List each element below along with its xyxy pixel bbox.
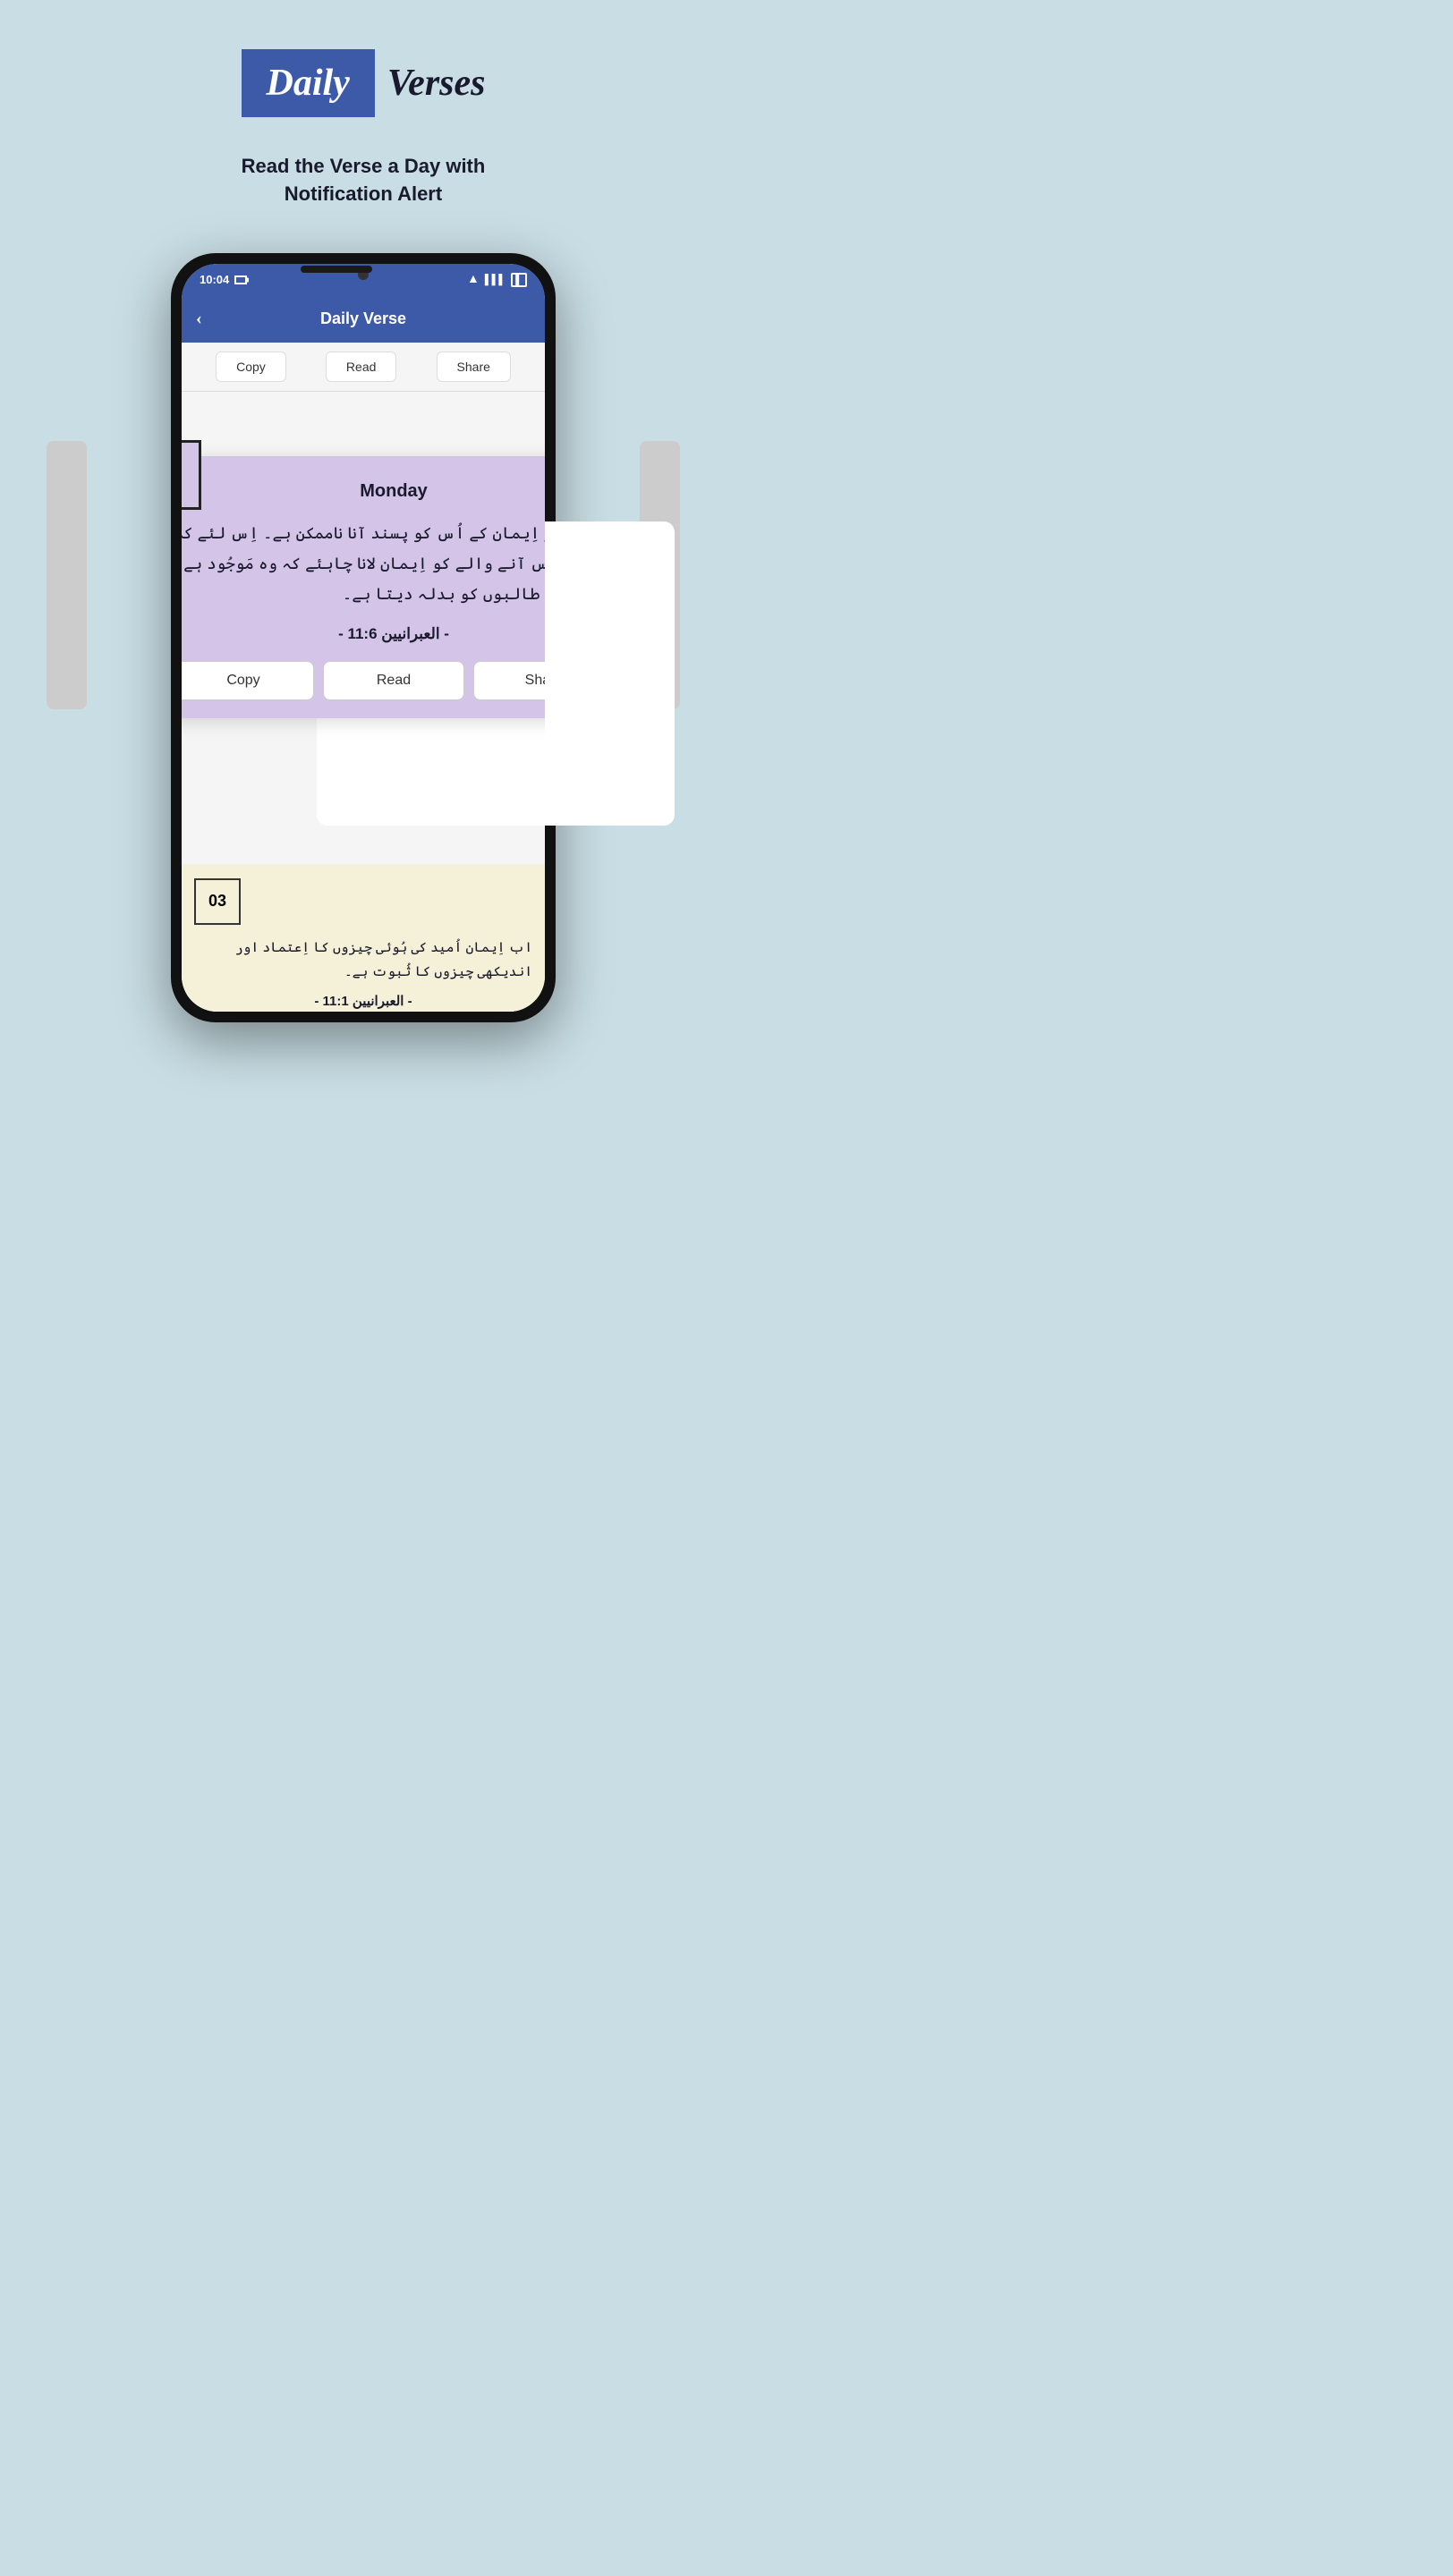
wifi-icon: ▲ xyxy=(467,273,480,287)
verse-text-urdu: اور بغَیر اِیمان کے اُس کو پسند آنا نامم… xyxy=(182,518,545,610)
copy-button-top[interactable]: Copy xyxy=(216,352,286,382)
daily-label: Daily xyxy=(267,63,350,104)
share-button[interactable]: Share xyxy=(473,661,545,700)
status-icons: ▲ ▌▌▌ ▌ xyxy=(467,273,527,287)
bottom-verse-card: 03 اب اِیمان اُمید کی ہُوئی چیزوں کا اِع… xyxy=(182,864,545,1012)
phone-outer: 10:04 ▲ ▌▌▌ ▌ ‹ Daily Verse Copy xyxy=(171,253,556,1022)
subtitle: Read the Verse a Day with Notification A… xyxy=(0,144,726,244)
battery-icon: ▌ xyxy=(511,273,527,287)
copy-button[interactable]: Copy xyxy=(182,661,314,700)
read-button-top[interactable]: Read xyxy=(326,352,396,382)
header-section: Daily Verses xyxy=(0,0,726,144)
bottom-day-badge: 03 xyxy=(194,878,241,925)
bottom-verse-text: اب اِیمان اُمید کی ہُوئی چیزوں کا اِعتما… xyxy=(194,936,532,984)
side-card-left xyxy=(47,441,87,709)
screen-content: 02 Monday اور بغَیر اِیمان کے اُس کو پسن… xyxy=(182,392,545,1012)
action-buttons: Copy Read Share xyxy=(182,661,545,700)
bottom-day-number: 03 xyxy=(208,892,226,911)
phone-screen: 10:04 ▲ ▌▌▌ ▌ ‹ Daily Verse Copy xyxy=(182,264,545,1012)
read-button[interactable]: Read xyxy=(323,661,464,700)
signal-icon: ▌▌▌ xyxy=(485,275,506,285)
day-name: Monday xyxy=(182,481,545,502)
verse-reference: - العبرانيين 11:6 - xyxy=(182,625,545,643)
share-button-top[interactable]: Share xyxy=(437,352,511,382)
screen-icon xyxy=(234,275,247,284)
bottom-verse-reference: - العبرانيين 11:1 - xyxy=(194,993,532,1009)
day-badge: 02 xyxy=(182,440,201,510)
main-verse-card: 02 Monday اور بغَیر اِیمان کے اُس کو پسن… xyxy=(182,456,545,719)
daily-badge: Daily xyxy=(242,49,375,117)
verses-label: Verses xyxy=(387,62,486,105)
phone-mockup: 10:04 ▲ ▌▌▌ ▌ ‹ Daily Verse Copy xyxy=(0,244,726,1022)
back-button[interactable]: ‹ xyxy=(196,309,202,329)
app-title: Daily Verse xyxy=(320,309,406,328)
app-header: ‹ Daily Verse xyxy=(182,296,545,343)
top-action-row: Copy Read Share xyxy=(182,343,545,392)
status-time: 10:04 xyxy=(200,273,247,286)
